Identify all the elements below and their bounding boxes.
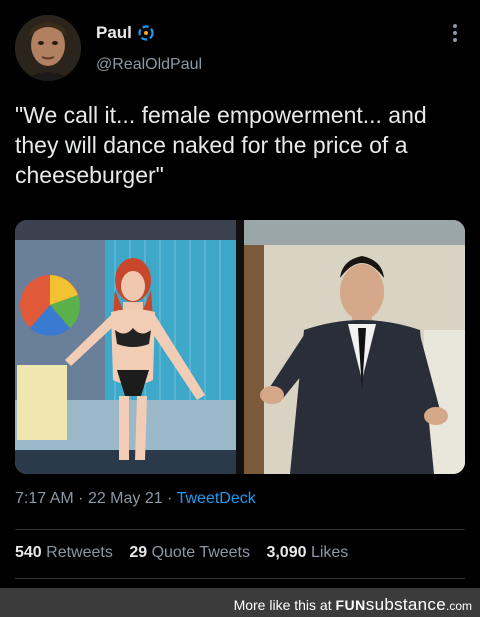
avatar[interactable] (15, 15, 81, 81)
likes-label: Likes (310, 544, 349, 561)
avatar-image (15, 15, 81, 81)
user-handle[interactable]: @RealOldPaul (96, 56, 202, 74)
retweets-label: Retweets (46, 544, 113, 561)
quote-tweets-label: Quote Tweets (151, 544, 250, 561)
watermark-prefix: More like this at (233, 597, 332, 613)
more-options-icon[interactable] (448, 22, 462, 46)
likes-stat[interactable]: 3,090 Likes (266, 544, 348, 561)
tweet-meta: 7:17 AM · 22 May 21 · TweetDeck (15, 490, 256, 508)
quote-tweets-stat[interactable]: 29 Quote Tweets (129, 544, 250, 561)
source-app-link[interactable]: TweetDeck (177, 490, 256, 507)
tweet-date[interactable]: 22 May 21 (88, 490, 163, 507)
watermark-text[interactable]: More like this at FUNsubstance.com (234, 595, 472, 615)
watermark-brand-domain: .com (445, 599, 472, 613)
retweets-stat[interactable]: 540 Retweets (15, 544, 113, 561)
quote-tweets-count: 29 (129, 544, 148, 561)
divider (15, 578, 465, 579)
media-image-left[interactable] (15, 220, 236, 474)
tweet-card: Paul @RealOldPaul "We call it... female … (0, 0, 480, 588)
tweet-stats: 540 Retweets 29 Quote Tweets 3,090 Likes (15, 544, 360, 562)
media-grid (15, 220, 465, 474)
meta-separator: · (167, 490, 173, 507)
tweet-time[interactable]: 7:17 AM (15, 490, 74, 507)
likes-count: 3,090 (266, 544, 307, 561)
retweets-count: 540 (15, 544, 42, 561)
display-name[interactable]: Paul (96, 23, 132, 43)
tweet-text: "We call it... female empowerment... and… (15, 102, 427, 188)
media-image-right[interactable] (244, 220, 465, 474)
watermark-brand-substance: substance (365, 595, 446, 614)
badge-icon (138, 25, 154, 41)
watermark-footer: More like this at FUNsubstance.com (0, 588, 480, 617)
divider (15, 529, 465, 530)
meta-separator: · (78, 490, 84, 507)
watermark-brand-fun: FUN (335, 597, 366, 613)
